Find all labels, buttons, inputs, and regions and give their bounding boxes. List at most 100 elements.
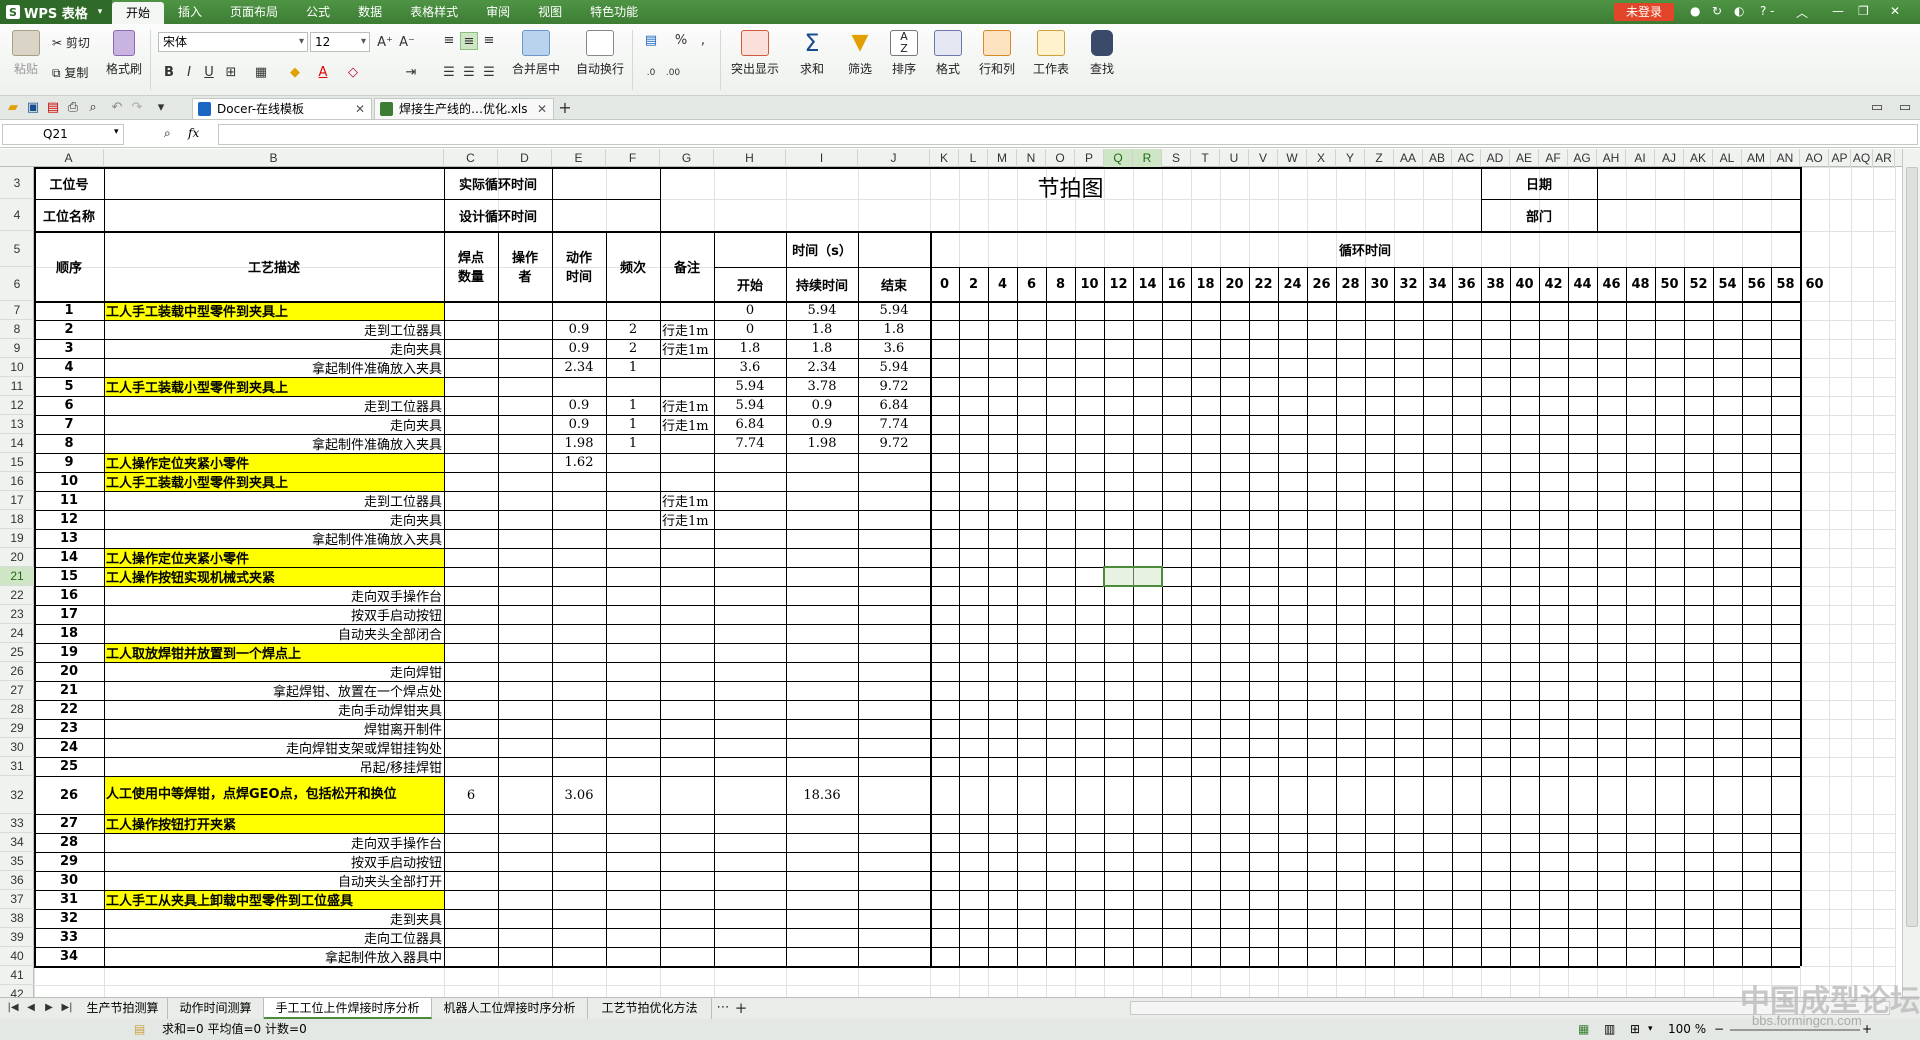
merge-center-button[interactable]: 合并居中	[506, 30, 566, 77]
sheet-tab[interactable]: 生产节拍测算	[78, 998, 168, 1019]
normal-view-icon[interactable]: ▦	[1578, 1019, 1589, 1040]
row-header[interactable]: 42	[0, 985, 34, 997]
row-header[interactable]: 5	[0, 231, 34, 267]
filter-button[interactable]: ▼ 筛选	[838, 30, 882, 77]
row-header[interactable]: 37	[0, 890, 34, 909]
undo-icon[interactable]: ↶	[108, 99, 126, 117]
column-header[interactable]: AN	[1771, 149, 1800, 167]
pdf-icon[interactable]: ▤	[44, 99, 62, 117]
column-header[interactable]: E	[552, 149, 606, 167]
conditional-format-button[interactable]: 突出显示	[726, 30, 784, 77]
underline-button[interactable]: U	[200, 64, 218, 82]
column-header[interactable]: Q	[1104, 149, 1133, 167]
restore-icon[interactable]: ❐	[1858, 4, 1869, 18]
row-header[interactable]: 24	[0, 624, 34, 643]
row-header[interactable]: 14	[0, 434, 34, 453]
align-top-icon[interactable]: ≡	[440, 32, 458, 50]
grow-font-icon[interactable]: A⁺	[376, 34, 394, 52]
fx-icon[interactable]: fx	[188, 126, 199, 140]
customize-icon[interactable]: ▾	[152, 99, 170, 117]
column-header[interactable]: G	[660, 149, 714, 167]
indent-icon[interactable]: ⇥	[402, 64, 420, 82]
prev-sheet-icon[interactable]: ◀	[22, 999, 40, 1017]
find-button[interactable]: 查找	[1080, 30, 1124, 77]
close-tab-icon[interactable]: ✕	[537, 99, 547, 119]
tab-data[interactable]: 数据	[344, 0, 396, 24]
row-header[interactable]: 15	[0, 453, 34, 472]
row-header[interactable]: 28	[0, 700, 34, 719]
vertical-scrollbar[interactable]	[1902, 149, 1920, 997]
sheet-tab[interactable]: 动作时间测算	[168, 998, 264, 1019]
column-header[interactable]: AC	[1452, 149, 1481, 167]
help-icon[interactable]: ? -	[1760, 4, 1775, 18]
zoom-search-icon[interactable]: ⌕	[164, 126, 171, 141]
percent-button[interactable]: %	[672, 32, 690, 50]
copy-button[interactable]: ⧉ 复制	[52, 64, 88, 81]
window-layout-icon[interactable]: ▭	[1868, 99, 1886, 117]
wps-logo[interactable]: S WPS 表格 ▾	[0, 0, 112, 24]
next-sheet-icon[interactable]: ▶	[40, 999, 58, 1017]
add-sheet-icon[interactable]: +	[732, 999, 750, 1017]
column-header[interactable]: U	[1220, 149, 1249, 167]
autosum-button[interactable]: Σ 求和	[790, 30, 834, 77]
format-painter-button[interactable]: 格式刷	[104, 30, 144, 77]
column-header[interactable]: AA	[1394, 149, 1423, 167]
column-header[interactable]: D	[498, 149, 552, 167]
row-header[interactable]: 35	[0, 852, 34, 871]
login-button[interactable]: 未登录	[1614, 3, 1674, 21]
merge-borders-icon[interactable]: ▦	[252, 64, 270, 82]
print-icon[interactable]: ⎙	[64, 99, 82, 117]
row-header[interactable]: 39	[0, 928, 34, 947]
italic-button[interactable]: I	[180, 64, 198, 82]
row-header[interactable]: 19	[0, 529, 34, 548]
sheet-tab[interactable]: 工艺节拍优化方法	[588, 998, 712, 1019]
row-header[interactable]: 34	[0, 833, 34, 852]
fill-color-icon[interactable]: ◆	[286, 64, 304, 82]
last-sheet-icon[interactable]: ▶|	[58, 999, 76, 1017]
row-header[interactable]: 29	[0, 719, 34, 738]
row-header[interactable]: 27	[0, 681, 34, 700]
bold-button[interactable]: B	[160, 64, 178, 82]
column-header[interactable]: Y	[1336, 149, 1365, 167]
open-icon[interactable]: ▰	[4, 99, 22, 117]
format-button[interactable]: 格式	[926, 30, 970, 77]
row-header[interactable]: 8	[0, 320, 34, 339]
column-header[interactable]: AJ	[1655, 149, 1684, 167]
tab-formula[interactable]: 公式	[292, 0, 344, 24]
minimize-icon[interactable]: —	[1832, 4, 1844, 18]
row-header[interactable]: 9	[0, 339, 34, 358]
column-header[interactable]: V	[1249, 149, 1278, 167]
file-tab-xls[interactable]: 焊接生产线的…优化.xls ✕	[374, 98, 554, 119]
column-header[interactable]: O	[1046, 149, 1075, 167]
wrap-text-button[interactable]: 自动换行	[572, 30, 628, 77]
column-header[interactable]: J	[858, 149, 930, 167]
number-format-icon[interactable]: ▤	[642, 32, 660, 50]
column-header[interactable]: AE	[1510, 149, 1539, 167]
close-tab-icon[interactable]: ✕	[355, 99, 365, 119]
row-header[interactable]: 13	[0, 415, 34, 434]
column-header[interactable]: X	[1307, 149, 1336, 167]
row-header[interactable]: 32	[0, 776, 34, 814]
row-header[interactable]: 33	[0, 814, 34, 833]
row-header[interactable]: 41	[0, 966, 34, 985]
tab-page-layout[interactable]: 页面布局	[216, 0, 292, 24]
column-header[interactable]: C	[444, 149, 498, 167]
column-header[interactable]: AK	[1684, 149, 1713, 167]
column-header[interactable]: A	[34, 149, 104, 167]
row-header[interactable]: 21	[0, 567, 34, 586]
column-header[interactable]: F	[606, 149, 660, 167]
formula-input[interactable]	[218, 124, 1918, 145]
more-sheets-icon[interactable]: ⋯	[714, 999, 732, 1017]
row-header[interactable]: 30	[0, 738, 34, 757]
chevron-down-icon[interactable]: ▾	[1648, 1019, 1653, 1040]
column-header[interactable]: R	[1133, 149, 1162, 167]
font-color-button[interactable]: A	[314, 64, 332, 82]
page-layout-icon[interactable]: ▥	[1604, 1019, 1615, 1040]
tab-special[interactable]: 特色功能	[576, 0, 652, 24]
cell-selection[interactable]	[1103, 566, 1163, 587]
row-header[interactable]: 40	[0, 947, 34, 966]
column-header[interactable]: AI	[1626, 149, 1655, 167]
column-header[interactable]: Z	[1365, 149, 1394, 167]
zoom-level[interactable]: 100 %	[1668, 1019, 1706, 1040]
row-header[interactable]: 16	[0, 472, 34, 491]
